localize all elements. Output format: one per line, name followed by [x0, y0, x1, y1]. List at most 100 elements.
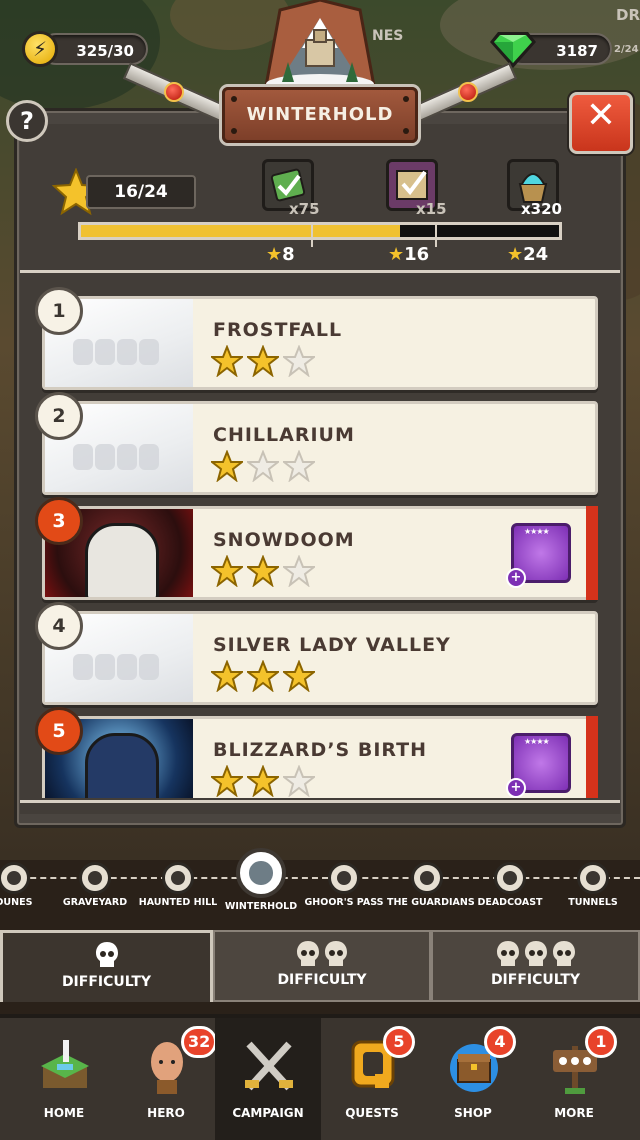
panel-title-text: WINTERHOLD	[246, 104, 394, 125]
scroll-item-icon[interactable]: ★★★★ +	[506, 523, 571, 588]
level-stars	[211, 450, 315, 482]
level-number-badge: 5	[35, 707, 83, 755]
gem-value: 3187	[556, 42, 598, 60]
notification-badge: 5	[383, 1026, 415, 1058]
help-button[interactable]: ?	[6, 100, 48, 142]
gem-icon	[490, 32, 536, 68]
milestone-16-value: 16	[404, 244, 430, 265]
star-filled-icon	[211, 765, 243, 797]
star-empty-icon	[247, 450, 279, 482]
level-list[interactable]: FROSTFALL 1 CHILLARIUM 2 SNOWDOOM 3 ★★★★ + SILVE…	[20, 278, 620, 798]
star-progress-bar	[78, 222, 562, 247]
skull-group	[433, 940, 638, 968]
reward-qty-3: x320	[521, 200, 562, 218]
star-empty-icon	[283, 555, 315, 587]
region-selector[interactable]: DUNES GRAVEYARD HAUNTED HILL WINTERHOLD GHOO…	[0, 848, 640, 920]
region-emblem	[419, 870, 435, 886]
level-row[interactable]: BLIZZARD’S BIRTH 5 ★★★★ +	[35, 707, 598, 798]
star-filled-icon	[247, 765, 279, 797]
nav-campaign[interactable]: CAMPAIGN	[215, 1018, 321, 1140]
star-filled-icon	[247, 660, 279, 692]
nav-label: QUESTS	[345, 1106, 399, 1120]
level-row[interactable]: CHILLARIUM 2	[35, 392, 598, 495]
region-label: WINTERHOLD	[224, 901, 298, 912]
region-haunted-hill[interactable]: HAUNTED HILL	[138, 862, 218, 908]
milestone-star-icon: ★	[388, 244, 405, 265]
skull-group	[3, 941, 210, 969]
star-filled-icon	[247, 345, 279, 377]
reward-rarity: ★★★★	[524, 527, 550, 536]
region-graveyard[interactable]: GRAVEYARD	[55, 862, 135, 908]
region-label: DUNES	[0, 897, 33, 908]
right-ruby-icon	[458, 82, 478, 102]
boss-figure	[85, 523, 159, 597]
fog-silhouette	[73, 654, 93, 680]
region-icon	[0, 862, 30, 894]
region-dunes[interactable]: DUNES	[0, 862, 54, 908]
level-name: CHILLARIUM	[213, 424, 355, 446]
level-row[interactable]: FROSTFALL 1	[35, 287, 598, 390]
progress-tick-8	[311, 225, 313, 247]
fog-silhouette	[139, 444, 159, 470]
nav-more[interactable]: MORE 1	[521, 1018, 627, 1140]
region-emblem	[6, 870, 22, 886]
difficulty-tab-2[interactable]: DIFFICULTY	[213, 930, 431, 1002]
fog-silhouette	[117, 654, 137, 680]
nav-shop[interactable]: SHOP 4	[420, 1018, 526, 1140]
fog-silhouette	[139, 654, 159, 680]
skull-icon	[496, 941, 519, 966]
level-row[interactable]: SILVER LADY VALLEY 4	[35, 602, 598, 705]
crossed-swords-icon	[245, 1041, 293, 1091]
bottom-navigation: HOME HERO 32 CAMPAIGN QUESTS 5 SHOP 4 MORE 1	[0, 1014, 640, 1140]
nav-quests[interactable]: QUESTS 5	[319, 1018, 425, 1140]
region-emblem	[87, 870, 103, 886]
fog-silhouette	[139, 339, 159, 365]
nav-home[interactable]: HOME	[11, 1018, 117, 1140]
star-filled-icon	[211, 660, 243, 692]
difficulty-tab-1[interactable]: DIFFICULTY	[0, 930, 213, 1002]
level-stars	[211, 765, 315, 797]
panel-divider-bottom	[20, 800, 620, 803]
question-mark-icon: ?	[20, 107, 34, 135]
region-deadcoast[interactable]: DEADCOAST	[470, 862, 550, 908]
skull-icon	[552, 941, 575, 966]
boots-item-icon[interactable]: ★★★★ +	[506, 733, 571, 798]
milestone-8-value: 8	[282, 244, 295, 265]
nav-hero[interactable]: HERO 32	[113, 1018, 219, 1140]
difficulty-label: DIFFICULTY	[490, 972, 581, 988]
region-icon	[162, 862, 194, 894]
nav-label: SHOP	[454, 1106, 492, 1120]
boss-figure	[85, 733, 159, 798]
difficulty-tab-3[interactable]: DIFFICULTY	[431, 930, 640, 1002]
level-stars	[211, 345, 315, 377]
fog-silhouette	[95, 654, 115, 680]
milestone-star-icon: ★	[507, 244, 524, 265]
panel-title: WINTERHOLD	[222, 87, 418, 143]
star-empty-icon	[283, 345, 315, 377]
level-stars	[211, 660, 315, 692]
close-icon: ✕	[585, 95, 617, 136]
milestone-star-icon: ★	[266, 244, 283, 265]
fog-silhouette	[117, 339, 137, 365]
reward-qty-1: x75	[289, 200, 320, 218]
region-winterhold[interactable]: WINTERHOLD	[221, 848, 301, 912]
region-the-guardians[interactable]: THE GUARDIANS	[387, 862, 475, 908]
region-icon	[577, 862, 609, 894]
level-number-badge: 1	[35, 287, 83, 335]
milestone-24-value: 24	[523, 244, 549, 265]
region-tunnels[interactable]: TUNNELS	[553, 862, 633, 908]
region-emblem	[249, 861, 273, 885]
island-icon	[41, 1040, 89, 1088]
nav-label: HERO	[147, 1106, 185, 1120]
level-row[interactable]: SNOWDOOM 3 ★★★★ +	[35, 497, 598, 600]
region-label: THE GUARDIANS	[387, 897, 475, 908]
skull-icon	[297, 941, 319, 966]
region-ghoor-s-pass[interactable]: GHOOR'S PASS	[304, 862, 384, 908]
region-emblem	[585, 870, 601, 886]
map-region-sublabel-right: 2/24	[614, 44, 639, 55]
fog-silhouette	[73, 339, 93, 365]
close-button[interactable]: ✕	[569, 92, 633, 154]
fog-silhouette	[117, 444, 137, 470]
star-empty-icon	[283, 765, 315, 797]
skull-icon	[95, 942, 118, 967]
